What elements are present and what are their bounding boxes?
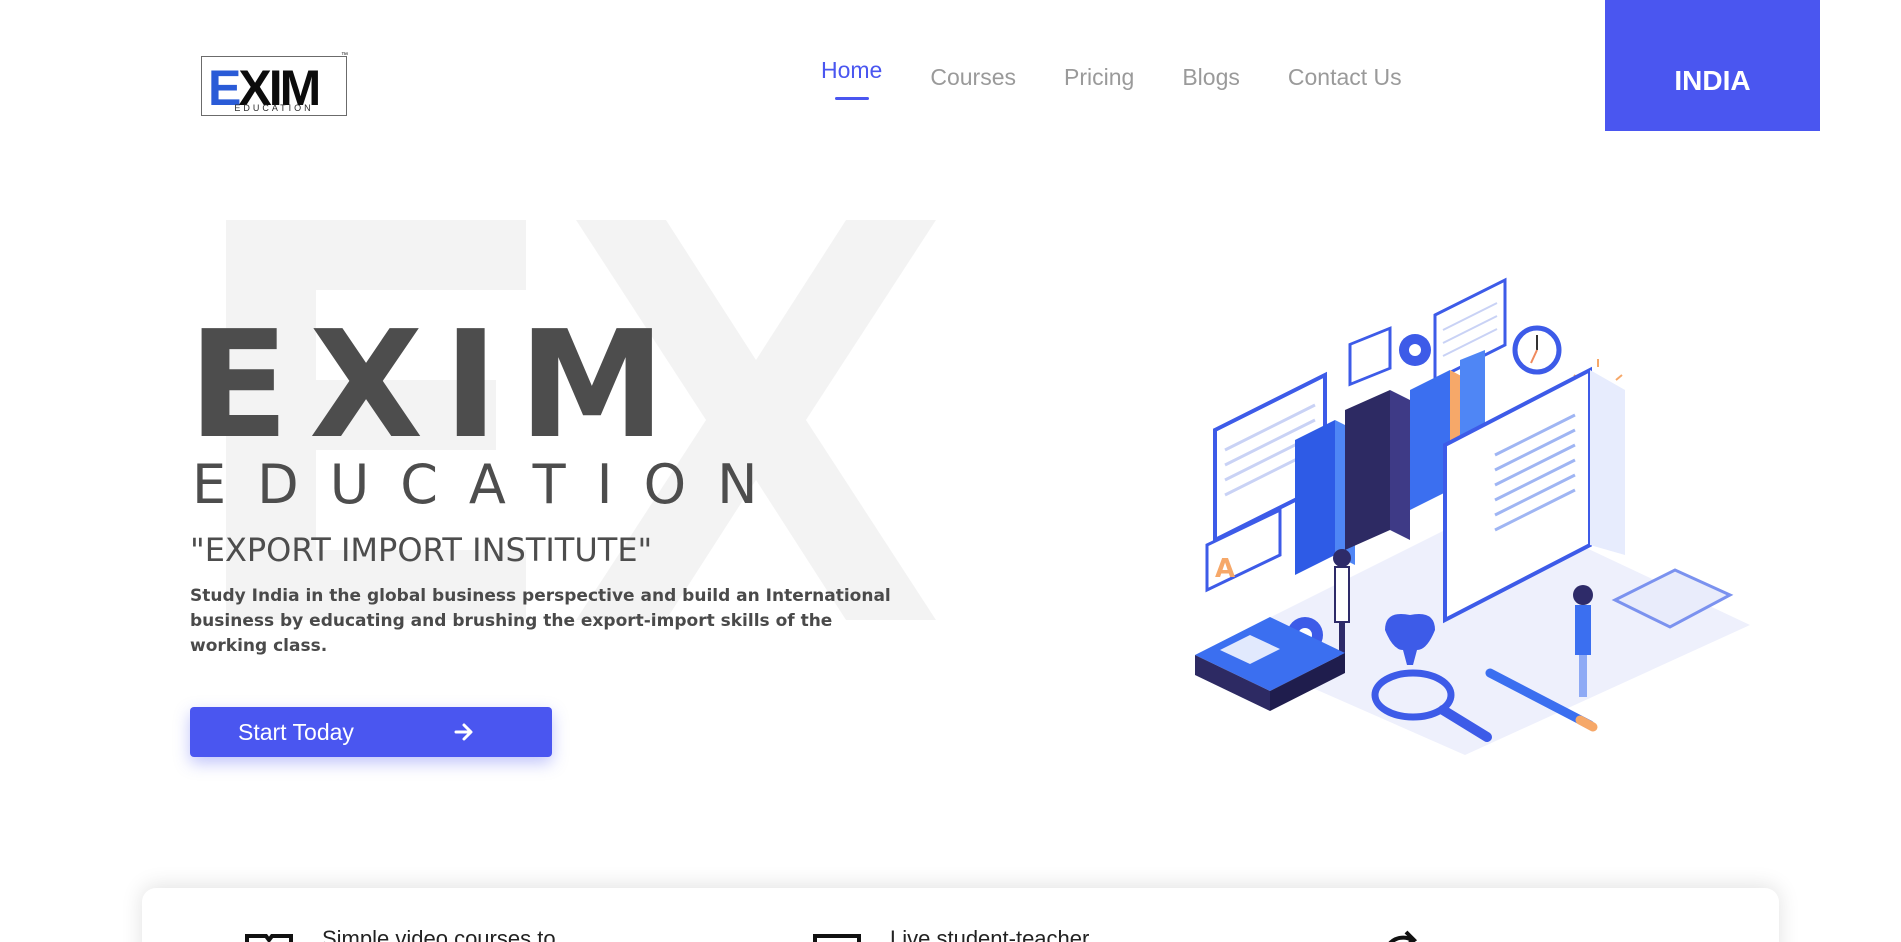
nav-blogs[interactable]: Blogs [1182, 64, 1240, 91]
feature-item: Simple video courses to [244, 888, 556, 942]
start-today-button[interactable]: Start Today [190, 707, 552, 757]
feature-item [1380, 888, 1458, 942]
nav-contact-us[interactable]: Contact Us [1288, 64, 1402, 91]
features-card: Simple video courses to Live student-tea… [142, 888, 1779, 942]
feature-text: Simple video courses to [322, 926, 556, 942]
book-open-icon [245, 934, 293, 942]
feature-item: Live student-teacher [812, 888, 1089, 942]
isometric-library-illustration: A [1195, 277, 1750, 755]
hero-brand-subtitle: EDUCATION [192, 453, 789, 516]
hero-description: Study India in the global business persp… [190, 586, 891, 656]
main-navigation: Home Courses Pricing Blogs Contact Us [821, 57, 1450, 91]
trademark-symbol: ™ [341, 52, 348, 59]
hero-tagline: "EXPORT IMPORT INSTITUTE" [190, 531, 653, 569]
nav-home[interactable]: Home [821, 57, 882, 84]
nav-pricing[interactable]: Pricing [1064, 64, 1134, 91]
start-today-label: Start Today [238, 718, 354, 745]
feature-text: Live student-teacher [890, 926, 1090, 942]
hero-brand-title: EXIM [188, 299, 686, 471]
arrow-right-icon [454, 723, 473, 741]
country-button[interactable]: INDIA [1605, 0, 1820, 131]
logo-frame: EXIM EDUCATION [201, 56, 347, 116]
svg-text:A: A [1215, 554, 1235, 584]
refresh-icon [1388, 930, 1418, 942]
logo-subtitle: EDUCATION [234, 103, 314, 113]
monitor-icon [813, 934, 861, 942]
logo[interactable]: EXIM EDUCATION ™ [201, 52, 349, 118]
nav-courses[interactable]: Courses [930, 64, 1016, 91]
